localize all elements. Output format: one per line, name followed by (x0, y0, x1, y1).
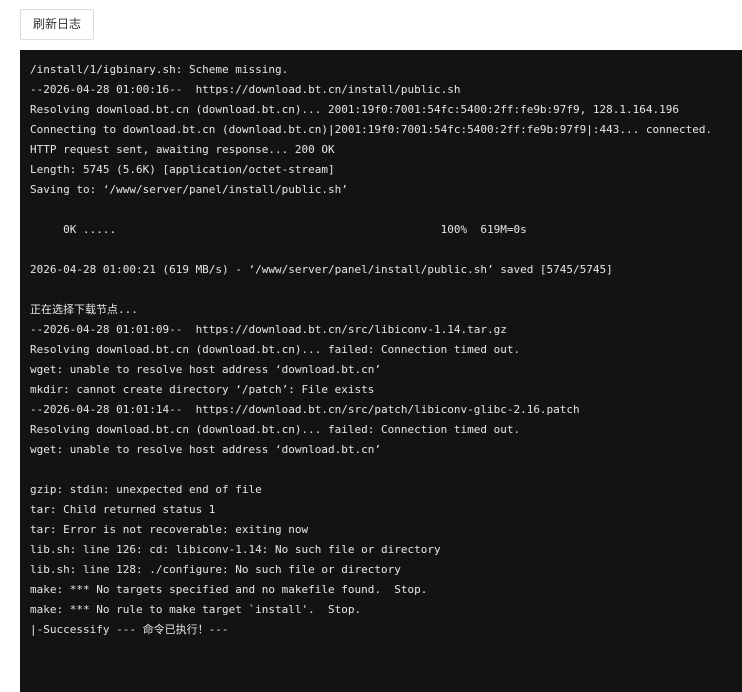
log-line: 2026-04-28 01:00:21 (619 MB/s) - ‘/www/s… (30, 263, 613, 276)
refresh-log-button[interactable]: 刷新日志 (20, 9, 94, 40)
log-line: wget: unable to resolve host address ‘do… (30, 363, 381, 376)
log-line: gzip: stdin: unexpected end of file (30, 483, 262, 496)
log-line: make: *** No rule to make target `instal… (30, 603, 362, 616)
log-line: |-Successify --- 命令已执行！--- (30, 623, 229, 636)
log-line: lib.sh: line 126: cd: libiconv-1.14: No … (30, 543, 441, 556)
log-line: make: *** No targets specified and no ma… (30, 583, 428, 596)
log-line: /install/1/igbinary.sh: Scheme missing. (30, 63, 289, 76)
log-line: --2026-04-28 01:00:16-- https://download… (30, 83, 461, 96)
log-line: mkdir: cannot create directory ‘/patch’:… (30, 383, 375, 396)
log-line: Connecting to download.bt.cn (download.b… (30, 123, 713, 136)
log-line: tar: Error is not recoverable: exiting n… (30, 523, 309, 536)
log-output-panel[interactable]: /install/1/igbinary.sh: Scheme missing. -… (20, 50, 742, 692)
log-line: Resolving download.bt.cn (download.bt.cn… (30, 103, 680, 116)
log-line: wget: unable to resolve host address ‘do… (30, 443, 381, 456)
log-line: HTTP request sent, awaiting response... … (30, 143, 335, 156)
log-line: lib.sh: line 128: ./configure: No such f… (30, 563, 401, 576)
log-line: --2026-04-28 01:01:14-- https://download… (30, 403, 580, 416)
log-line: Resolving download.bt.cn (download.bt.cn… (30, 423, 521, 436)
log-line: Saving to: ‘/www/server/panel/install/pu… (30, 183, 348, 196)
log-line: Length: 5745 (5.6K) [application/octet-s… (30, 163, 335, 176)
log-line: 正在选择下载节点... (30, 303, 138, 316)
log-line: 0K ..... 100% 619M=0s (30, 223, 527, 236)
log-line: Resolving download.bt.cn (download.bt.cn… (30, 343, 521, 356)
log-line: --2026-04-28 01:01:09-- https://download… (30, 323, 507, 336)
log-line: tar: Child returned status 1 (30, 503, 216, 516)
